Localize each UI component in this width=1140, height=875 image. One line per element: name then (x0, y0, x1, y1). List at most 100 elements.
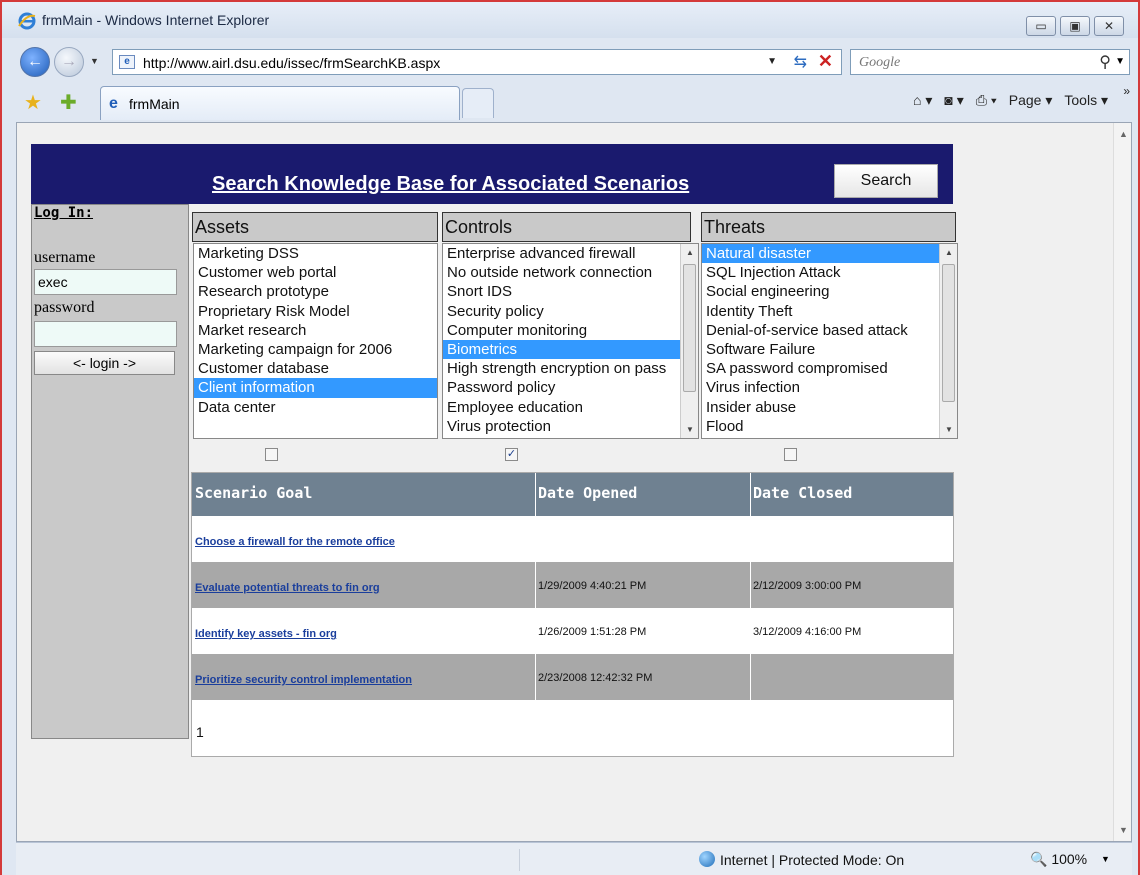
print-icon[interactable]: ⎙ ▾ (976, 92, 997, 109)
page-title[interactable]: Search Knowledge Base for Associated Sce… (212, 173, 689, 196)
username-label: username (34, 249, 96, 266)
controls-list-item[interactable]: Employee education (443, 398, 698, 417)
assets-list-item[interactable]: Marketing campaign for 2006 (194, 340, 437, 359)
close-button[interactable]: ✕ (1094, 16, 1124, 36)
controls-list-item[interactable]: High strength encryption on pass (443, 359, 698, 378)
threats-checkbox[interactable] (784, 448, 797, 461)
refresh-icon[interactable]: ⇆ (794, 52, 807, 72)
feeds-icon[interactable]: ◙ ▾ (944, 92, 963, 109)
search-icon[interactable]: ⚲ (1099, 52, 1111, 72)
zoom-value: 100% (1051, 851, 1088, 867)
search-options-dropdown-icon[interactable]: ▼ (1115, 56, 1125, 67)
controls-header: Controls (442, 212, 691, 242)
tab-frmmain[interactable]: e frmMain (100, 86, 460, 120)
minimize-button[interactable]: ▭ (1026, 16, 1056, 36)
address-dropdown-icon[interactable]: ▼ (767, 56, 777, 67)
favorites-star-icon[interactable]: ★ (24, 90, 42, 115)
assets-list-item[interactable]: Proprietary Risk Model (194, 302, 437, 321)
assets-list-item[interactable]: Customer web portal (194, 263, 437, 282)
address-url[interactable]: http://www.airl.dsu.edu/issec/frmSearchK… (143, 55, 440, 71)
controls-checkbox[interactable]: ✓ (505, 448, 518, 461)
threats-list-item[interactable]: Virus infection (702, 378, 957, 397)
controls-list-item[interactable]: Biometrics (443, 339, 698, 360)
threats-scroll-thumb[interactable] (942, 264, 955, 402)
search-button[interactable]: Search (834, 164, 938, 198)
assets-list-item[interactable]: Marketing DSS (194, 244, 437, 263)
table-row: Evaluate potential threats to fin org 1/… (192, 562, 953, 608)
assets-header: Assets (192, 212, 438, 242)
threats-list-item[interactable]: Insider abuse (702, 398, 957, 417)
table-row: Prioritize security control implementati… (192, 654, 953, 700)
back-button[interactable]: ← (20, 47, 50, 77)
scenario-link[interactable]: Choose a firewall for the remote office (195, 536, 395, 548)
assets-checkbox[interactable] (265, 448, 278, 461)
forward-button[interactable]: → (54, 47, 84, 77)
assets-list-item[interactable]: Customer database (194, 359, 437, 378)
maximize-button[interactable]: ▣ (1060, 16, 1090, 36)
recent-pages-dropdown-icon[interactable]: ▼ (90, 56, 99, 66)
password-field[interactable] (34, 321, 177, 347)
scroll-up-icon[interactable]: ▲ (1119, 129, 1128, 139)
page-scrollbar[interactable]: ▲ ▼ (1113, 123, 1131, 841)
login-button[interactable]: <- login -> (34, 351, 175, 375)
scenario-link[interactable]: Evaluate potential threats to fin org (195, 582, 380, 594)
threats-list-item[interactable]: SQL Injection Attack (702, 263, 957, 282)
username-field[interactable]: exec (34, 269, 177, 295)
pager-page-1[interactable]: 1 (196, 724, 204, 740)
threats-scrollbar[interactable]: ▲ ▼ (939, 244, 957, 438)
threats-list-item[interactable]: Denial-of-service based attack (702, 321, 957, 340)
threats-scroll-up-icon[interactable]: ▲ (945, 248, 953, 257)
tools-menu[interactable]: Tools ▾ (1064, 92, 1108, 109)
controls-list-item[interactable]: Security policy (443, 302, 698, 321)
threats-scroll-down-icon[interactable]: ▼ (945, 425, 953, 434)
grid-divider (535, 473, 536, 516)
threats-list-item[interactable]: Flood (702, 417, 957, 436)
address-bar[interactable]: e http://www.airl.dsu.edu/issec/frmSearc… (112, 49, 842, 75)
browser-window: frmMain - Windows Internet Explorer ▭ ▣ … (0, 0, 1140, 875)
threats-list-item[interactable]: Software Failure (702, 340, 957, 359)
page-menu[interactable]: Page ▾ (1009, 92, 1053, 109)
controls-listbox[interactable]: Enterprise advanced firewall No outside n… (442, 243, 699, 439)
controls-list-item[interactable]: Password policy (443, 378, 698, 397)
threats-list-item[interactable]: Social engineering (702, 282, 957, 301)
threats-listbox[interactable]: Natural disaster SQL Injection Attack Soci… (701, 243, 958, 439)
assets-list-item[interactable]: Data center (194, 398, 437, 417)
page-icon: e (119, 55, 135, 69)
assets-list-item[interactable]: Client information (194, 378, 437, 398)
stop-icon[interactable]: ✕ (818, 51, 833, 72)
controls-list-item[interactable]: Snort IDS (443, 282, 698, 301)
scenario-link[interactable]: Identify key assets - fin org (195, 628, 337, 640)
assets-list-item[interactable]: Research prototype (194, 282, 437, 301)
controls-scrollbar[interactable]: ▲ ▼ (680, 244, 698, 438)
scenario-link[interactable]: Prioritize security control implementati… (195, 674, 412, 686)
search-placeholder[interactable]: Google (859, 55, 900, 71)
security-zone-text[interactable]: Internet | Protected Mode: On (720, 852, 904, 868)
zoom-level[interactable]: 🔍 100% (1030, 851, 1087, 868)
assets-listbox[interactable]: Marketing DSS Customer web portal Research… (193, 243, 438, 439)
new-tab-button[interactable] (462, 88, 494, 118)
assets-list-item[interactable]: Market research (194, 321, 437, 340)
search-box[interactable]: Google ⚲ ▼ (850, 49, 1130, 75)
controls-list-item[interactable]: No outside network connection (443, 263, 698, 282)
grid-header: Scenario Goal Date Opened Date Closed (192, 473, 953, 516)
threats-list-item[interactable]: Identity Theft (702, 302, 957, 321)
threats-list-item[interactable]: Natural disaster (702, 244, 957, 264)
controls-scroll-down-icon[interactable]: ▼ (686, 425, 694, 434)
controls-scroll-thumb[interactable] (683, 264, 696, 392)
controls-scroll-up-icon[interactable]: ▲ (686, 248, 694, 257)
date-opened-cell: 1/29/2009 4:40:21 PM (538, 580, 647, 592)
controls-list-item[interactable]: Virus protection (443, 417, 698, 436)
tab-row: ★ ✚ e frmMain ⌂ ▾ ◙ ▾ ⎙ ▾ Page ▾ Tools ▾… (2, 84, 1138, 120)
threats-list-item[interactable]: SA password compromised (702, 359, 957, 378)
address-row: ← → ▼ e http://www.airl.dsu.edu/issec/fr… (2, 42, 1138, 82)
scroll-down-icon[interactable]: ▼ (1119, 825, 1128, 835)
add-favorites-icon[interactable]: ✚ (60, 90, 77, 115)
column-date-closed: Date Closed (753, 484, 853, 502)
more-commands-icon[interactable]: » (1123, 84, 1130, 98)
zoom-dropdown-icon[interactable]: ▼ (1101, 854, 1110, 864)
controls-list-item[interactable]: Enterprise advanced firewall (443, 244, 698, 263)
controls-list-item[interactable]: Computer monitoring (443, 321, 698, 340)
password-label: password (34, 299, 95, 316)
date-opened-cell: 1/26/2009 1:51:28 PM (538, 626, 647, 638)
home-icon[interactable]: ⌂ ▾ (913, 92, 932, 109)
